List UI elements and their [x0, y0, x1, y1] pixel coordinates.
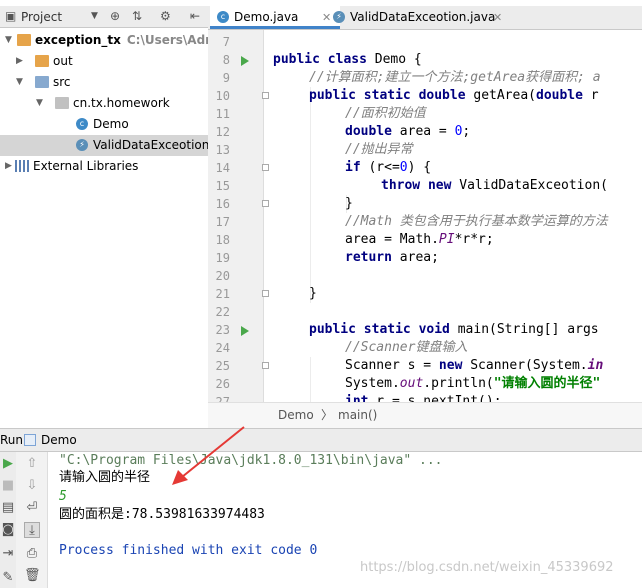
annotation-arrow-icon: [172, 426, 245, 485]
